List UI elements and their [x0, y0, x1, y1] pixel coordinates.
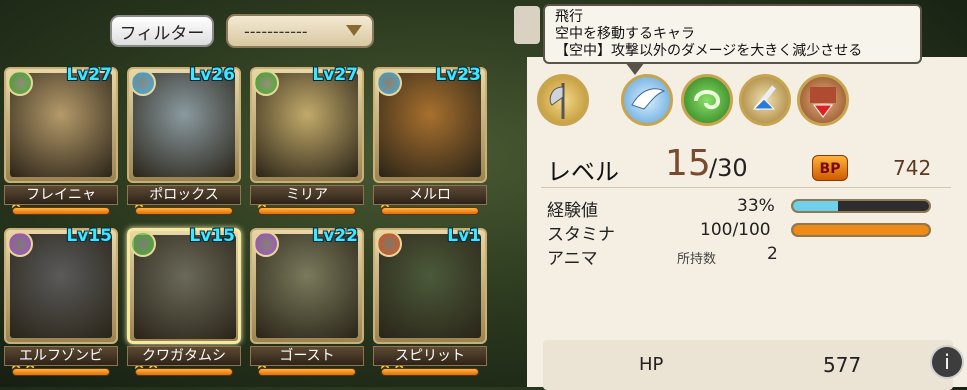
- unit-card[interactable]: Lv23★メルロ: [373, 65, 487, 215]
- unit-level: Lv1: [447, 226, 481, 246]
- level-value: 15: [665, 143, 711, 184]
- stamina-bar: [791, 223, 931, 237]
- element-icon: [130, 70, 156, 96]
- unit-name: フレイニャ: [4, 185, 118, 205]
- unit-card[interactable]: Lv15★★クワガタムシ: [127, 226, 241, 376]
- unit-stamina-bar: [258, 207, 356, 215]
- unit-name: クワガタムシ: [127, 346, 241, 366]
- exp-label: 経験値: [547, 201, 598, 221]
- element-icon: [130, 231, 156, 257]
- unit-card[interactable]: Lv1★★スピリット: [373, 226, 487, 376]
- unit-card[interactable]: Lv15★★エルフゾンビ: [4, 226, 118, 376]
- unit-level: Lv26: [189, 65, 235, 85]
- anima-owned-label: 所持数: [677, 252, 717, 267]
- unit-name: エルフゾンビ: [4, 346, 118, 366]
- unit-card[interactable]: Lv27★フレイニャ: [4, 65, 118, 215]
- tooltip-tail: [625, 62, 645, 75]
- sort-select-value: -----------: [244, 21, 308, 41]
- element-icon: [253, 70, 279, 96]
- panel-handle[interactable]: [514, 6, 540, 44]
- unit-level: Lv22: [312, 226, 358, 246]
- sort-select[interactable]: -----------: [226, 14, 374, 48]
- stamina-label: スタミナ: [547, 225, 615, 245]
- unit-level: Lv27: [66, 65, 112, 85]
- unit-detail-panel: レベル 15 /30 BP 742 経験値 33% スタミナ 100/100 ア…: [527, 57, 967, 390]
- unit-stamina-bar: [12, 207, 110, 215]
- unit-name: スピリット: [373, 346, 487, 366]
- info-button[interactable]: i: [930, 345, 964, 379]
- unit-level: Lv27: [312, 65, 358, 85]
- tooltip-line-3: 【空中】攻撃以外のダメージを大きく減少させる: [555, 43, 863, 59]
- unit-stamina-bar: [12, 368, 110, 376]
- flying-wing-icon[interactable]: [621, 74, 673, 126]
- unit-name: ゴースト: [250, 346, 364, 366]
- tooltip-line-2: 空中を移動するキャラ: [555, 26, 695, 42]
- hp-label: HP: [639, 354, 664, 375]
- unit-card[interactable]: Lv26★ポロックス: [127, 65, 241, 215]
- unit-level: Lv15: [66, 226, 112, 246]
- unit-stamina-bar: [381, 207, 479, 215]
- divider: [541, 187, 951, 188]
- bp-icon: BP: [812, 155, 848, 181]
- unit-card[interactable]: Lv27★ミリア: [250, 65, 364, 215]
- unit-stamina-bar: [135, 207, 233, 215]
- exp-value: 33%: [737, 196, 775, 216]
- element-icon: [253, 231, 279, 257]
- bp-value: 742: [893, 156, 932, 180]
- element-icon: [7, 231, 33, 257]
- unit-stamina-bar: [258, 368, 356, 376]
- attack-up-icon[interactable]: [739, 74, 791, 126]
- axe-class-icon[interactable]: [537, 74, 589, 126]
- element-icon: [376, 70, 402, 96]
- chevron-down-icon: [346, 25, 362, 36]
- stamina-value: 100/100: [700, 220, 771, 240]
- filter-button[interactable]: フィルター: [110, 15, 214, 47]
- exp-bar: [791, 199, 931, 213]
- trait-tooltip: 飛行 空中を移動するキャラ 【空中】攻撃以外のダメージを大きく減少させる: [543, 4, 922, 75]
- level-label: レベル: [547, 158, 619, 186]
- anima-label: アニマ: [547, 249, 598, 269]
- wind-element-icon[interactable]: [681, 74, 733, 126]
- element-icon: [7, 70, 33, 96]
- stamina-bar-fill: [793, 225, 929, 235]
- unit-name: ポロックス: [127, 185, 241, 205]
- hp-row: HP 577: [543, 340, 953, 390]
- exp-bar-fill: [793, 201, 838, 211]
- unit-name: メルロ: [373, 185, 487, 205]
- element-icon: [376, 231, 402, 257]
- anima-value: 2: [767, 244, 778, 264]
- unit-stamina-bar: [381, 368, 479, 376]
- level-max: /30: [709, 154, 748, 182]
- unit-level: Lv23: [435, 65, 481, 85]
- unit-level: Lv15: [189, 226, 235, 246]
- tooltip-title: 飛行: [555, 9, 583, 25]
- hp-value: 577: [823, 353, 862, 377]
- unit-stamina-bar: [135, 368, 233, 376]
- unit-name: ミリア: [250, 185, 364, 205]
- unit-card[interactable]: Lv22★ゴースト: [250, 226, 364, 376]
- defense-down-icon[interactable]: [797, 74, 849, 126]
